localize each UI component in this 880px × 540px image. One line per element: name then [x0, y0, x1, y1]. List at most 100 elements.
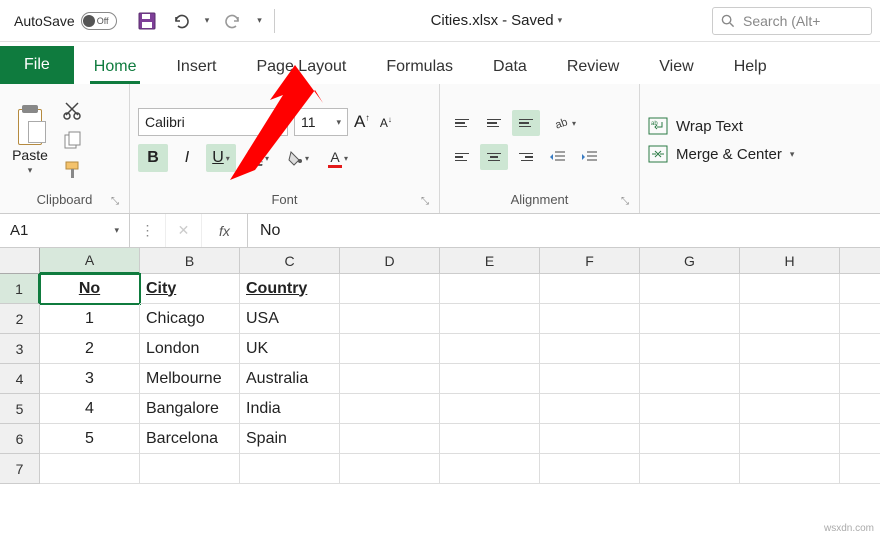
col-header[interactable]: E: [440, 248, 540, 274]
cell[interactable]: [740, 334, 840, 364]
undo-icon[interactable]: [171, 11, 191, 31]
cell-A3[interactable]: 2: [40, 334, 140, 364]
cell-B1[interactable]: City: [140, 274, 240, 304]
cell[interactable]: [440, 424, 540, 454]
bold-button[interactable]: B: [138, 144, 168, 172]
cell[interactable]: [340, 454, 440, 484]
col-header[interactable]: A: [40, 248, 140, 274]
save-icon[interactable]: [137, 11, 157, 31]
cell[interactable]: [840, 274, 880, 304]
underline-button[interactable]: U▾: [206, 144, 236, 172]
cell[interactable]: [740, 424, 840, 454]
cell[interactable]: [540, 304, 640, 334]
undo-dropdown-icon[interactable]: ▾: [205, 15, 210, 26]
cell-C5[interactable]: India: [240, 394, 340, 424]
name-box[interactable]: A1 ▾: [0, 214, 130, 247]
cell[interactable]: [340, 274, 440, 304]
col-header[interactable]: H: [740, 248, 840, 274]
cell-C4[interactable]: Australia: [240, 364, 340, 394]
cell[interactable]: [740, 454, 840, 484]
tab-data[interactable]: Data: [473, 48, 547, 84]
font-color-button[interactable]: A ▾: [320, 144, 356, 172]
align-middle-button[interactable]: [480, 110, 508, 136]
spreadsheet-grid[interactable]: A B C D E F G H I 1 No City Country 2 1 …: [0, 248, 880, 484]
cell-B2[interactable]: Chicago: [140, 304, 240, 334]
tab-file[interactable]: File: [0, 46, 74, 84]
namebox-dropdown-icon[interactable]: ▾: [114, 225, 119, 236]
wrap-text-button[interactable]: ab Wrap Text: [648, 117, 794, 135]
col-header[interactable]: F: [540, 248, 640, 274]
cell-B3[interactable]: London: [140, 334, 240, 364]
cell[interactable]: [840, 334, 880, 364]
cell[interactable]: [440, 394, 540, 424]
cell-B5[interactable]: Bangalore: [140, 394, 240, 424]
search-input[interactable]: Search (Alt+: [712, 7, 872, 35]
fx-label[interactable]: fx: [202, 214, 248, 247]
cell[interactable]: [440, 334, 540, 364]
cell-C2[interactable]: USA: [240, 304, 340, 334]
cell-C1[interactable]: Country: [240, 274, 340, 304]
fx-expand-icon[interactable]: ⋮: [130, 214, 166, 247]
cell[interactable]: [340, 304, 440, 334]
cell[interactable]: [640, 274, 740, 304]
cell[interactable]: [640, 334, 740, 364]
clipboard-launcher-icon[interactable]: ⤡: [111, 196, 119, 207]
toggle-switch[interactable]: Off: [81, 12, 117, 30]
row-header[interactable]: 7: [0, 454, 40, 484]
row-header[interactable]: 4: [0, 364, 40, 394]
document-title[interactable]: Cities.xlsx - Saved ▾: [287, 12, 706, 29]
cell-A1[interactable]: No: [40, 274, 140, 304]
col-header[interactable]: I: [840, 248, 880, 274]
cell[interactable]: [340, 334, 440, 364]
tab-review[interactable]: Review: [547, 48, 639, 84]
cell[interactable]: [840, 394, 880, 424]
merge-center-button[interactable]: Merge & Center ▾: [648, 145, 794, 163]
fill-color-button[interactable]: ▾: [280, 144, 316, 172]
cell[interactable]: [540, 274, 640, 304]
col-header[interactable]: D: [340, 248, 440, 274]
tab-insert[interactable]: Insert: [156, 48, 236, 84]
cell[interactable]: [840, 424, 880, 454]
font-name-select[interactable]: Calibri ▾: [138, 108, 288, 136]
cell[interactable]: [740, 304, 840, 334]
align-bottom-button[interactable]: [512, 110, 540, 136]
tab-page-layout[interactable]: Page Layout: [236, 48, 366, 84]
cell[interactable]: [540, 454, 640, 484]
cell[interactable]: [540, 334, 640, 364]
cut-icon[interactable]: [62, 100, 86, 120]
cell[interactable]: [440, 454, 540, 484]
cell[interactable]: [340, 424, 440, 454]
borders-button[interactable]: ▾: [240, 144, 276, 172]
cell[interactable]: [340, 394, 440, 424]
tab-formulas[interactable]: Formulas: [366, 48, 473, 84]
cell-A5[interactable]: 4: [40, 394, 140, 424]
decrease-indent-button[interactable]: [544, 144, 572, 170]
cell-A2[interactable]: 1: [40, 304, 140, 334]
increase-indent-button[interactable]: [576, 144, 604, 170]
cell[interactable]: [640, 394, 740, 424]
cell[interactable]: [640, 424, 740, 454]
col-header[interactable]: C: [240, 248, 340, 274]
font-launcher-icon[interactable]: ⤡: [421, 196, 429, 207]
cell[interactable]: [40, 454, 140, 484]
row-header[interactable]: 5: [0, 394, 40, 424]
cell[interactable]: [440, 274, 540, 304]
col-header[interactable]: G: [640, 248, 740, 274]
paste-dropdown-icon[interactable]: ▾: [28, 165, 33, 176]
autosave-toggle[interactable]: AutoSave Off: [8, 12, 123, 30]
cell[interactable]: [440, 304, 540, 334]
cell[interactable]: [740, 274, 840, 304]
tab-help[interactable]: Help: [714, 48, 787, 84]
cell-C6[interactable]: Spain: [240, 424, 340, 454]
align-top-button[interactable]: [448, 110, 476, 136]
cell[interactable]: [140, 454, 240, 484]
copy-icon[interactable]: [62, 130, 86, 150]
tab-view[interactable]: View: [639, 48, 713, 84]
cell[interactable]: [440, 364, 540, 394]
cell[interactable]: [640, 454, 740, 484]
cell[interactable]: [240, 454, 340, 484]
cell-B4[interactable]: Melbourne: [140, 364, 240, 394]
fx-cancel-icon[interactable]: ✕: [166, 214, 202, 247]
cell[interactable]: [840, 454, 880, 484]
decrease-font-icon[interactable]: A↓: [380, 115, 392, 130]
